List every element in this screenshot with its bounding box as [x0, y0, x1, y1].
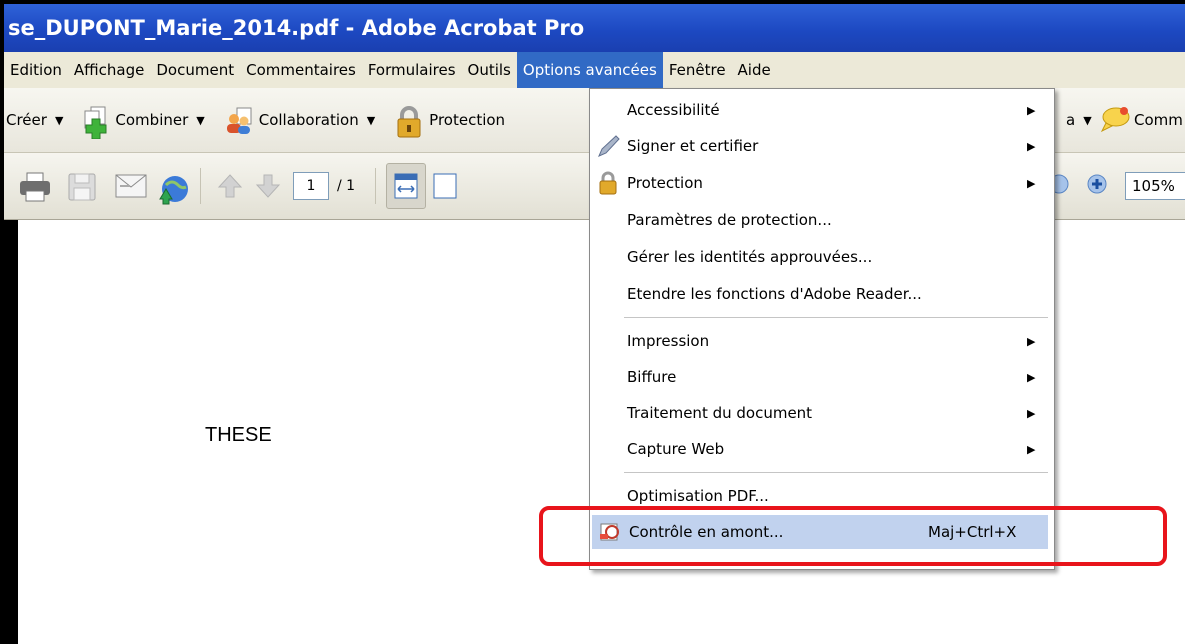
menu-item-accessibilite[interactable]: Accessibilité ▶ [590, 93, 1054, 127]
previous-page-button[interactable] [211, 164, 249, 208]
menu-separator [624, 472, 1048, 473]
menu-item-label: Etendre les fonctions d'Adobe Reader... [627, 285, 922, 303]
menu-options-avancees[interactable]: Options avancées [516, 52, 663, 88]
upload-web-button[interactable] [152, 164, 190, 208]
menu-formulaires[interactable]: Formulaires [362, 52, 462, 88]
zoom-level-input[interactable]: 105% [1125, 172, 1185, 200]
create-label: Créer [6, 111, 47, 129]
menu-item-signer-certifier[interactable]: Signer et certifier ▶ [590, 129, 1054, 163]
page-total: / 1 [337, 178, 356, 194]
lock-icon [393, 105, 423, 138]
options-avancees-menu: Accessibilité ▶ Signer et certifier ▶ Pr… [589, 88, 1055, 570]
lock-icon [596, 171, 620, 195]
zoom-in-button[interactable] [1082, 164, 1112, 208]
menu-edition[interactable]: Edition [4, 52, 68, 88]
menu-item-label: Paramètres de protection... [627, 211, 832, 229]
submenu-arrow-icon: ▶ [1027, 442, 1036, 456]
highlight-annotation [539, 506, 1167, 566]
menu-item-label: Traitement du document [627, 404, 813, 422]
menu-commentaires[interactable]: Commentaires [240, 52, 362, 88]
toolbar-separator [375, 168, 377, 204]
submenu-arrow-icon: ▶ [1027, 370, 1036, 384]
chevron-down-icon: ▼ [54, 113, 64, 127]
menu-aide[interactable]: Aide [732, 52, 777, 88]
zoom-in-icon [1086, 173, 1108, 199]
protection-button[interactable]: Protection [389, 98, 509, 142]
printer-icon [18, 171, 50, 202]
menu-item-parametres-protection[interactable]: Paramètres de protection... [590, 203, 1054, 237]
envelope-icon [114, 171, 147, 201]
collaboration-button[interactable]: Collaboration ▼ [219, 98, 379, 142]
toolbar-separator [200, 168, 201, 204]
menu-item-biffure[interactable]: Biffure ▶ [590, 360, 1054, 394]
title-bar: se_DUPONT_Marie_2014.pdf - Adobe Acrobat… [4, 4, 1185, 52]
menu-bar: Edition Affichage Document Commentaires … [4, 52, 1185, 88]
submenu-arrow-icon: ▶ [1027, 406, 1036, 420]
submenu-arrow-icon: ▶ [1027, 139, 1036, 153]
menu-item-label: Gérer les identités approuvées... [627, 248, 873, 266]
menu-item-impression[interactable]: Impression ▶ [590, 324, 1054, 358]
fit-page-button[interactable] [426, 164, 464, 208]
partial-label: a [1066, 111, 1076, 129]
menu-separator [624, 317, 1048, 318]
sign-partial-button[interactable]: a ▼ [1062, 98, 1096, 142]
comments-button[interactable]: Comm [1094, 98, 1185, 142]
menu-item-label: Impression [627, 332, 710, 350]
menu-item-label: Protection [627, 174, 703, 192]
page-number-input[interactable]: 1 [293, 172, 329, 200]
menu-affichage[interactable]: Affichage [68, 52, 150, 88]
fit-page-icon [430, 171, 460, 201]
comments-label: Comm [1134, 111, 1183, 129]
submenu-arrow-icon: ▶ [1027, 176, 1036, 190]
arrow-down-icon [253, 171, 283, 201]
menu-item-label: Biffure [627, 368, 677, 386]
menu-item-label: Optimisation PDF... [627, 487, 769, 505]
menu-item-label: Capture Web [627, 440, 725, 458]
save-icon [66, 171, 96, 201]
submenu-arrow-icon: ▶ [1027, 334, 1036, 348]
collaboration-icon [223, 105, 253, 135]
menu-document[interactable]: Document [150, 52, 240, 88]
menu-item-protection[interactable]: Protection ▶ [590, 166, 1054, 200]
chevron-down-icon: ▼ [366, 113, 376, 127]
combine-icon [79, 105, 109, 140]
next-page-button[interactable] [249, 164, 287, 208]
document-heading: THESE [205, 424, 272, 446]
menu-item-gerer-identites[interactable]: Gérer les identités approuvées... [590, 240, 1054, 274]
menu-item-label: Accessibilité [627, 101, 720, 119]
menu-item-traitement-document[interactable]: Traitement du document ▶ [590, 396, 1054, 430]
protection-label: Protection [429, 111, 506, 129]
chevron-down-icon: ▼ [196, 113, 205, 127]
comment-bubble-icon [1098, 105, 1130, 135]
globe-upload-icon [156, 171, 188, 205]
arrow-up-icon [215, 171, 245, 201]
print-button[interactable] [14, 164, 52, 208]
collaboration-label: Collaboration [258, 111, 359, 129]
menu-item-label: Signer et certifier [627, 137, 759, 155]
combine-label: Combiner [115, 111, 189, 129]
window-title: se_DUPONT_Marie_2014.pdf - Adobe Acrobat… [8, 16, 585, 40]
combine-button[interactable]: Combiner ▼ [75, 98, 208, 142]
fit-width-button[interactable] [386, 163, 427, 209]
fit-width-icon [391, 171, 421, 201]
menu-item-capture-web[interactable]: Capture Web ▶ [590, 432, 1054, 466]
submenu-arrow-icon: ▶ [1027, 103, 1036, 117]
chevron-down-icon: ▼ [1083, 113, 1092, 127]
menu-item-etendre-fonctions[interactable]: Etendre les fonctions d'Adobe Reader... [590, 277, 1054, 311]
menu-fenetre[interactable]: Fenêtre [663, 52, 732, 88]
create-button[interactable]: Créer ▼ [4, 98, 67, 142]
pen-icon [596, 134, 620, 158]
save-button[interactable] [62, 164, 100, 208]
email-button[interactable] [110, 164, 148, 208]
menu-outils[interactable]: Outils [462, 52, 517, 88]
